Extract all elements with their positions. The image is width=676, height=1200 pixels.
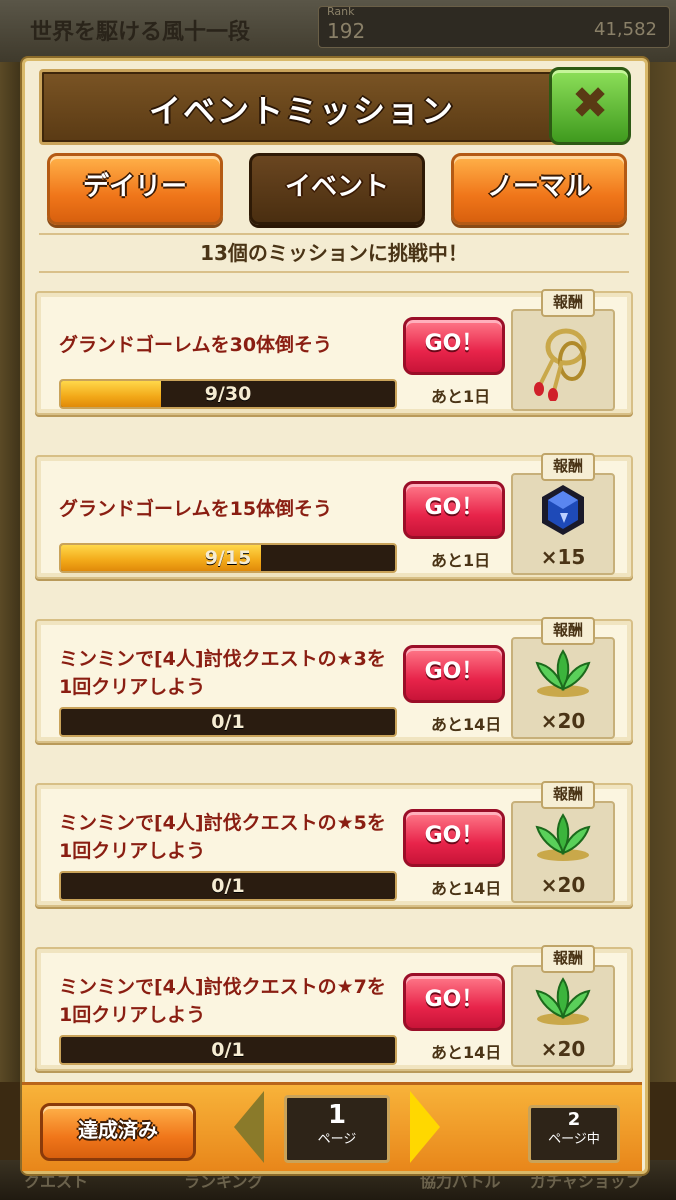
background-left (0, 62, 22, 1082)
go-button[interactable]: GO！ (403, 973, 505, 1031)
total-pages-box: 2 ページ中 (528, 1105, 620, 1163)
progress-bar: 0/1 (59, 707, 397, 737)
coin-count: 41,582 (594, 19, 657, 40)
progress-bar: 0/1 (59, 871, 397, 901)
golden-rope-icon (513, 321, 613, 405)
deadline-text: あと1日 (431, 551, 491, 570)
go-button[interactable]: GO！ (403, 317, 505, 375)
mission-text: グランドゴーレムを15体倒そう (59, 498, 333, 520)
reward-box: ×20 (511, 637, 615, 739)
reward-box (511, 309, 615, 411)
completed-missions-button[interactable]: 達成済み (40, 1103, 196, 1161)
mission-card: ミンミンで[4人]討伐クエストの★5を1回クリアしよう 0/1 GO！ あと14… (35, 781, 633, 907)
go-button[interactable]: GO！ (403, 481, 505, 539)
blue-crystal-icon (513, 483, 613, 541)
tab-daily[interactable]: デイリー (47, 153, 223, 225)
close-button[interactable]: ✖ (549, 67, 631, 145)
background-rank-box: Rank 192 41,582 (318, 5, 670, 48)
panel-footer: 達成済み 1 ページ 2 ページ中 (22, 1082, 642, 1171)
next-page-arrow-icon[interactable] (410, 1091, 440, 1163)
progress-text: 0/1 (211, 711, 245, 733)
green-leaf-icon (513, 811, 613, 867)
close-icon: ✖ (571, 78, 609, 129)
mission-card: ミンミンで[4人]討伐クエストの★3を1回クリアしよう 0/1 GO！ あと14… (35, 617, 633, 743)
mission-panel: イベントミッション ✖ デイリー イベント ノーマル 13個のミッションに挑戦中… (22, 58, 648, 1174)
tab-event[interactable]: イベント (249, 153, 425, 225)
reward-label: 報酬 (541, 945, 595, 973)
mission-text: ミンミンで[4人]討伐クエストの★7を1回クリアしよう (59, 976, 386, 1026)
reward-box: ×15 (511, 473, 615, 575)
reward-label: 報酬 (541, 453, 595, 481)
total-pages-number: 2 (567, 1109, 581, 1130)
mission-text: ミンミンで[4人]討伐クエストの★5を1回クリアしよう (59, 812, 386, 862)
tab-normal[interactable]: ノーマル (451, 153, 627, 225)
mission-card: グランドゴーレムを15体倒そう 9/15 GO！ あと1日 ×15 報酬 (35, 453, 633, 579)
reward-label: 報酬 (541, 617, 595, 645)
deadline-text: あと14日 (431, 715, 502, 734)
reward-quantity: ×20 (540, 1037, 586, 1061)
rank-value: 192 (327, 19, 366, 43)
green-leaf-icon (513, 975, 613, 1031)
progress-text: 0/1 (211, 1039, 245, 1061)
current-page-box: 1 ページ (284, 1095, 390, 1163)
panel-title: イベントミッション (148, 92, 455, 130)
go-button[interactable]: GO！ (403, 645, 505, 703)
background-title: 世界を駆ける風十一段 (30, 19, 251, 45)
panel-header: イベントミッション (39, 69, 565, 145)
progress-bar: 9/30 (59, 379, 397, 409)
current-page-unit: ページ (317, 1132, 357, 1147)
current-page-number: 1 (327, 1100, 347, 1130)
go-button[interactable]: GO！ (403, 809, 505, 867)
reward-label: 報酬 (541, 289, 595, 317)
progress-text: 9/30 (204, 383, 252, 405)
progress-bar: 0/1 (59, 1035, 397, 1065)
reward-quantity: ×20 (540, 873, 586, 897)
total-pages-unit: ページ中 (548, 1132, 600, 1147)
deadline-text: あと14日 (431, 879, 502, 898)
prev-page-arrow-icon[interactable] (234, 1091, 264, 1163)
mission-text: ミンミンで[4人]討伐クエストの★3を1回クリアしよう (59, 648, 386, 698)
reward-quantity: ×15 (540, 545, 586, 569)
progress-bar: 9/15 (59, 543, 397, 573)
mission-card: グランドゴーレムを30体倒そう 9/30 GO！ あと1日 報酬 (35, 289, 633, 415)
green-leaf-icon (513, 647, 613, 703)
mission-text: グランドゴーレムを30体倒そう (59, 334, 333, 356)
reward-box: ×20 (511, 965, 615, 1067)
deadline-text: あと14日 (431, 1043, 502, 1062)
reward-label: 報酬 (541, 781, 595, 809)
mission-card: ミンミンで[4人]討伐クエストの★7を1回クリアしよう 0/1 GO！ あと14… (35, 945, 633, 1071)
mission-count-banner: 13個のミッションに挑戦中！ (39, 233, 629, 273)
reward-quantity: ×20 (540, 709, 586, 733)
progress-text: 9/15 (204, 547, 252, 569)
progress-text: 0/1 (211, 875, 245, 897)
reward-box: ×20 (511, 801, 615, 903)
deadline-text: あと1日 (431, 387, 491, 406)
rank-label: Rank (327, 5, 355, 18)
